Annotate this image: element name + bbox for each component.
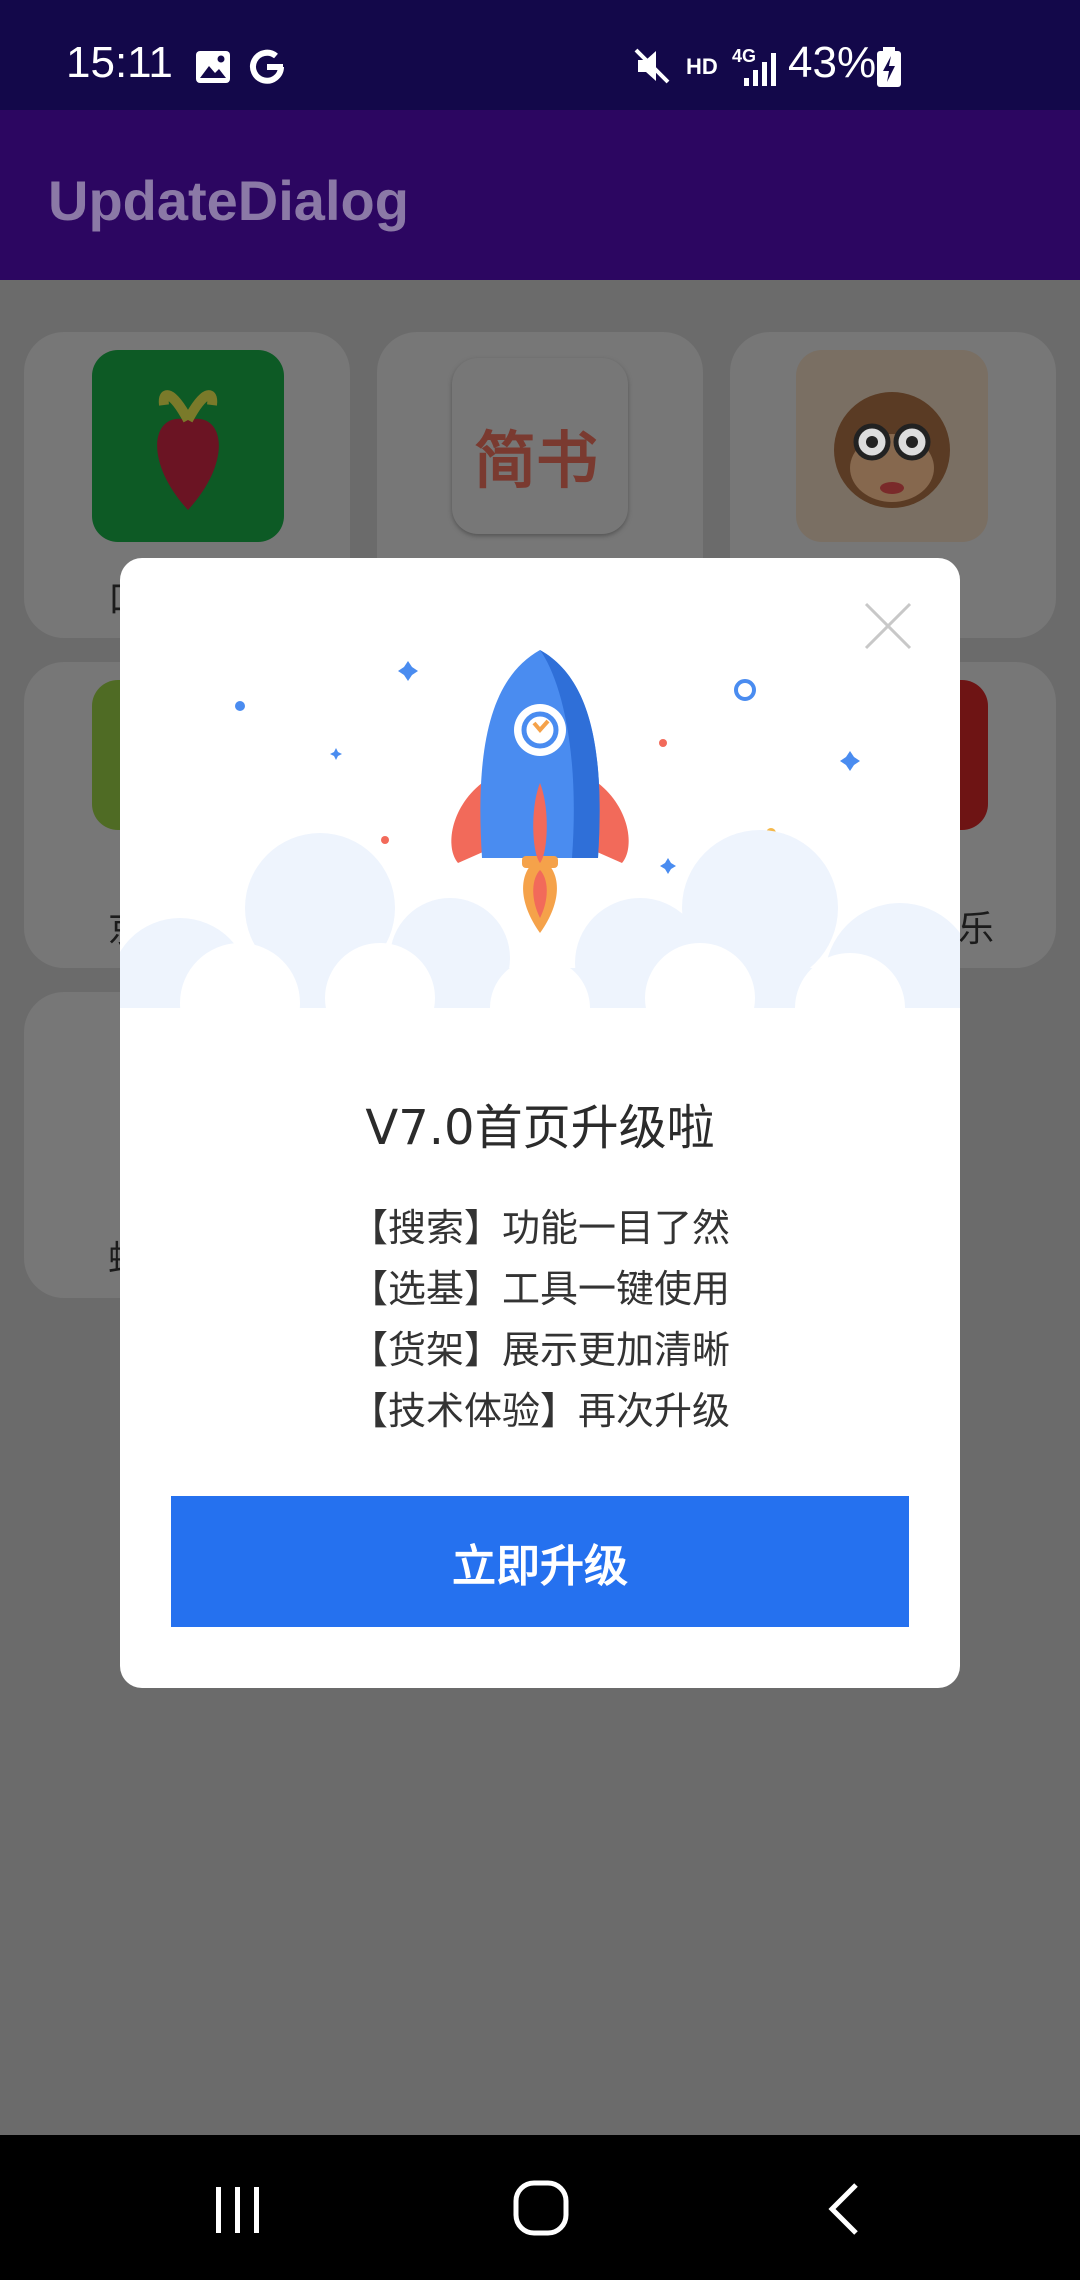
green-app-icon bbox=[92, 680, 122, 830]
csdn-monkey-app-icon bbox=[796, 350, 988, 542]
app-title: UpdateDialog bbox=[48, 169, 409, 232]
status-bar: 15:11 HD 4G 43% bbox=[0, 0, 1080, 110]
dialog-title: V7.0首页升级啦 bbox=[365, 1100, 715, 1156]
gallery-icon bbox=[196, 51, 230, 83]
upgrade-now-button[interactable]: 立即升级 bbox=[171, 1496, 909, 1627]
network-hd-label: HD bbox=[686, 54, 718, 79]
jianshu-icon-text: 简书 bbox=[474, 424, 599, 497]
rocket-hero-illustration bbox=[120, 650, 960, 1008]
close-icon[interactable] bbox=[862, 600, 914, 652]
home-icon[interactable] bbox=[512, 2179, 570, 2237]
radish-app-icon bbox=[92, 350, 284, 542]
app-bar: UpdateDialog bbox=[0, 110, 1080, 280]
back-icon[interactable] bbox=[822, 2181, 866, 2237]
system-nav-bar bbox=[0, 2135, 1080, 2280]
battery-percent: 43% bbox=[788, 38, 877, 87]
feature-item: 【选基】工具一键使用 bbox=[349, 1267, 730, 1311]
feature-item: 【货架】展示更加清晰 bbox=[349, 1328, 730, 1372]
google-icon bbox=[250, 49, 284, 84]
mute-icon bbox=[634, 48, 670, 84]
red-app-icon bbox=[958, 680, 988, 830]
status-time: 15:11 bbox=[66, 38, 173, 87]
feature-list: 【搜索】功能一目了然 【选基】工具一键使用 【货架】展示更加清晰 【技术体验】再… bbox=[120, 1198, 960, 1442]
jianshu-app-icon: 简书 bbox=[452, 358, 628, 534]
app-label: 乐 bbox=[958, 909, 995, 950]
battery-charging-icon bbox=[877, 47, 901, 87]
recents-icon[interactable] bbox=[212, 2183, 264, 2237]
feature-item: 【技术体验】再次升级 bbox=[349, 1389, 730, 1433]
update-dialog: V7.0首页升级啦 【搜索】功能一目了然 【选基】工具一键使用 【货架】展示更加… bbox=[120, 558, 960, 1688]
feature-item: 【搜索】功能一目了然 bbox=[349, 1206, 730, 1250]
signal-icon bbox=[744, 53, 776, 86]
